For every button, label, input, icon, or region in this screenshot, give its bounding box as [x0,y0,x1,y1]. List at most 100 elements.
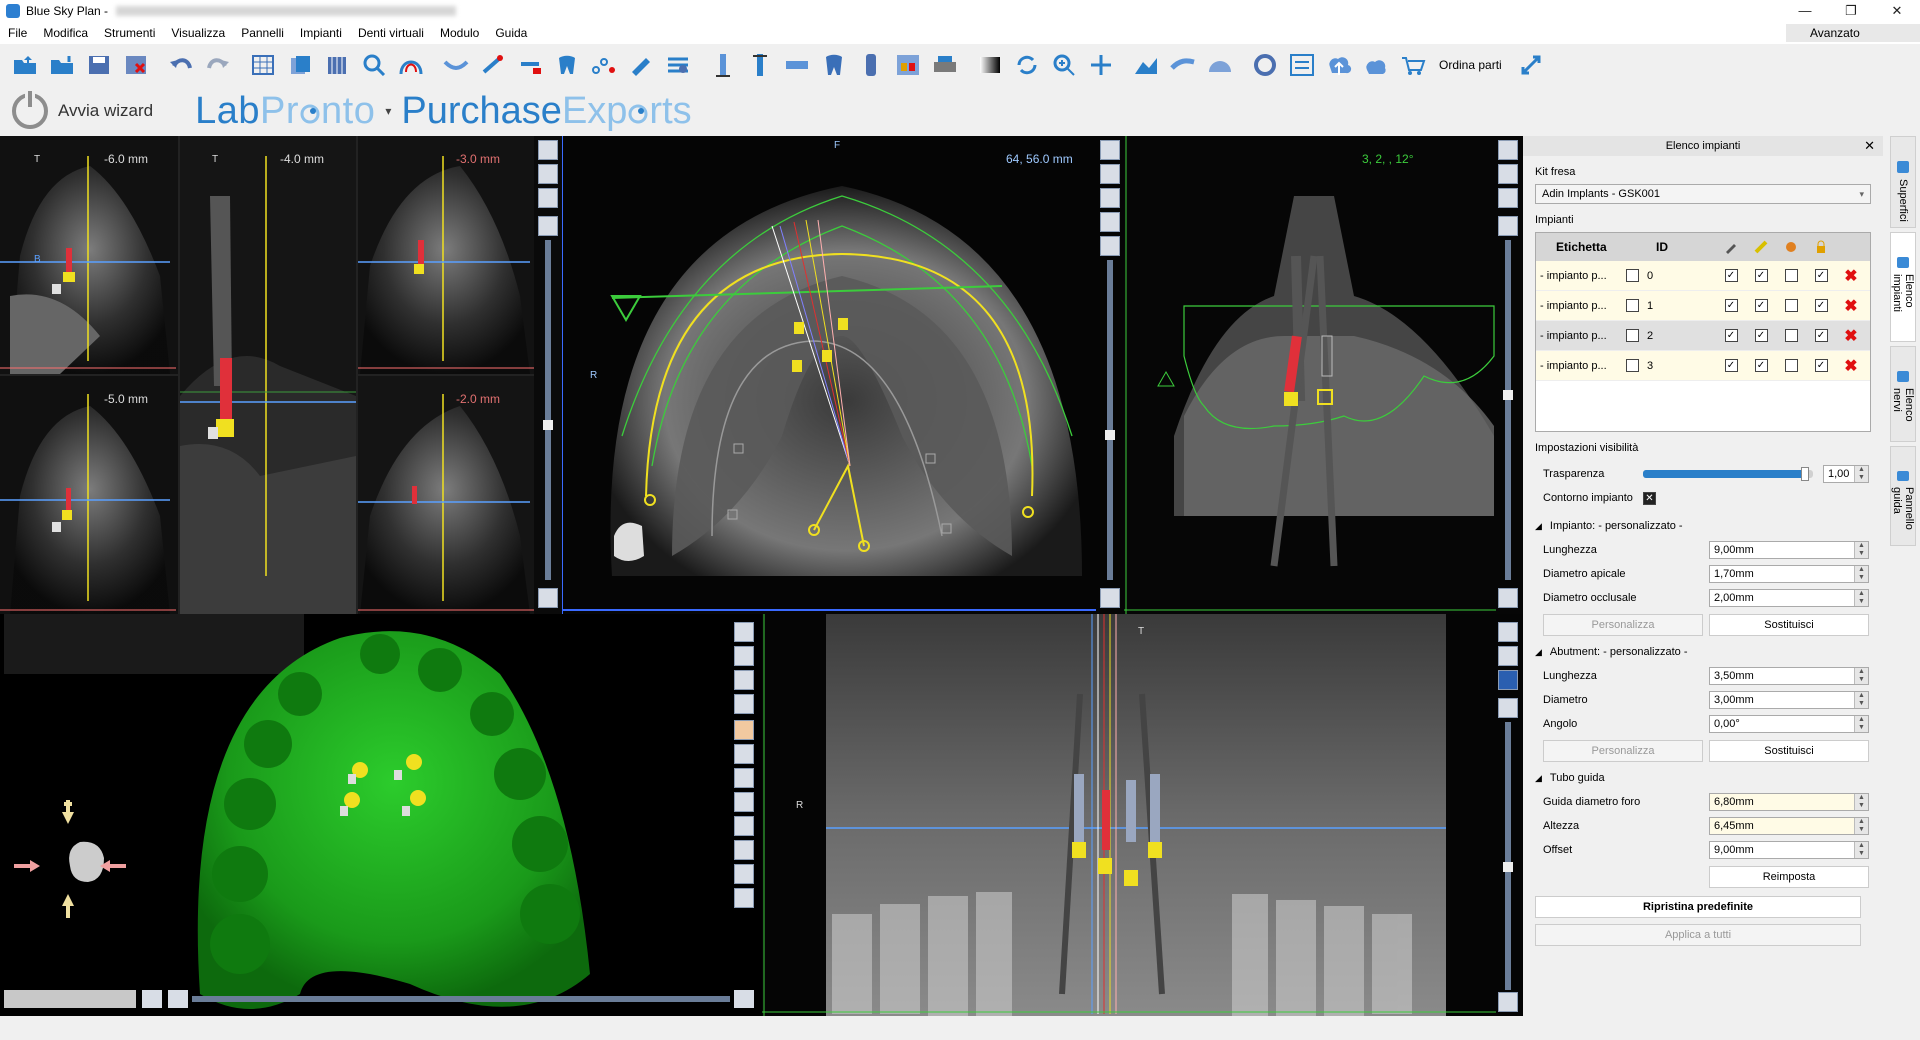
visible-checkbox[interactable]: ✓ [1754,299,1768,312]
implant-replace-button[interactable]: Sostituisci [1709,614,1869,636]
menu-file[interactable]: File [0,22,35,44]
implant-row[interactable]: - impianto p... 0 ✓ ✓ ✓ ✖ [1536,261,1870,291]
view-tool-icon[interactable] [1498,646,1518,666]
apical-diameter-input[interactable]: 1,70mm ▲ ▼ [1709,565,1869,583]
panoramic-scroll-thumb[interactable] [1503,862,1513,872]
face-icon[interactable] [734,720,754,740]
align-icon[interactable] [1287,50,1317,80]
implant-row-select-checkbox[interactable] [1626,329,1639,342]
implant-view2-icon[interactable] [745,50,775,80]
nerve-icon[interactable] [441,50,471,80]
view-tool-icon[interactable] [734,768,754,788]
delete-implant-icon[interactable]: ✖ [1836,326,1866,346]
scan-import-icon[interactable] [285,50,315,80]
ruler-angle-icon[interactable] [1168,50,1198,80]
refresh-icon[interactable] [1250,50,1280,80]
spin-icon[interactable]: ▲ ▼ [1854,818,1868,834]
spin-icon[interactable]: ▲ ▼ [1854,668,1868,684]
view-tool-icon[interactable] [734,816,754,836]
upload-icon[interactable] [1324,50,1354,80]
minimize-button[interactable]: — [1782,0,1828,22]
sleeve-icon[interactable] [856,50,886,80]
axial-scroll-thumb[interactable] [1105,430,1115,440]
tube-section-header[interactable]: ◢ Tubo guida [1523,772,1883,784]
delete-implant-icon[interactable]: ✖ [1836,356,1866,376]
lock-checkbox[interactable]: ✓ [1814,329,1828,342]
tab-elenco-impianti[interactable]: Elenco impianti [1890,232,1916,342]
pan-icon[interactable] [1086,50,1116,80]
cross-section-views[interactable]: -6.0 mm -4.0 mm -3.0 mm -5.0 mm -2.0 mm … [0,136,562,614]
save-icon[interactable] [84,50,114,80]
view-tool-icon[interactable] [734,864,754,884]
coronal-scrollbar[interactable] [1503,240,1513,580]
tube-offset-input[interactable]: 9,00mm ▲ ▼ [1709,841,1869,859]
close-file-icon[interactable] [121,50,151,80]
view-tool-icon[interactable] [1498,140,1518,160]
visible-checkbox[interactable]: ✓ [1754,359,1768,372]
visible-checkbox[interactable]: ✓ [1754,269,1768,282]
contour-checkbox[interactable]: ✕ [1643,491,1656,505]
arch-icon[interactable] [396,50,426,80]
view-tool-icon[interactable] [1100,140,1120,160]
view-tool-icon[interactable] [1100,164,1120,184]
implant-row[interactable]: - impianto p... 2 ✓ ✓ ✓ ✖ [1536,321,1870,351]
coronal-view[interactable]: 3, 2, , 12° [1124,136,1523,614]
guide-checkbox[interactable] [1784,329,1798,342]
path-icon[interactable] [589,50,619,80]
implant-section-header[interactable]: ◢ Impianto: - personalizzato - [1523,520,1883,532]
abutment-angle-input[interactable]: 0,00° ▲ ▼ [1709,715,1869,733]
redo-icon[interactable] [203,50,233,80]
implant-row-select-checkbox[interactable] [1626,299,1639,312]
view-tool-icon[interactable] [734,792,754,812]
spin-icon[interactable]: ▲ ▼ [1854,842,1868,858]
view-tool-icon[interactable] [538,164,558,184]
apply-all-button[interactable]: Applica a tutti [1535,924,1861,946]
transparency-slider-handle[interactable] [1800,467,1809,481]
labpronto-logo[interactable]: LabPr nto [195,90,375,133]
tab-pannello-guida[interactable]: Pannello guida [1890,446,1916,546]
lock-checkbox[interactable]: ✓ [1814,269,1828,282]
view-tool-icon[interactable] [734,694,754,714]
axial-view[interactable]: 64, 56.0 mm F R [562,136,1124,614]
import-icon[interactable] [47,50,77,80]
grid-view-icon[interactable] [248,50,278,80]
view-tool-icon[interactable] [734,646,754,666]
implant-add-icon[interactable] [515,50,545,80]
view-tool-icon[interactable] [1100,188,1120,208]
menu-denti-virtuali[interactable]: Denti virtuali [350,22,432,44]
print-icon[interactable] [930,50,960,80]
scroll-up-icon[interactable] [1498,698,1518,718]
menu-pannelli[interactable]: Pannelli [233,22,292,44]
protractor-icon[interactable] [1205,50,1235,80]
abutment-section-header[interactable]: ◢ Abutment: - personalizzato - [1523,646,1883,658]
view-tool-icon[interactable] [734,670,754,690]
edit-checkbox[interactable]: ✓ [1724,269,1738,282]
view-tool-icon[interactable] [1498,188,1518,208]
view-tool-icon[interactable] [538,188,558,208]
3d-model-view[interactable] [0,614,762,1016]
scroll-down-icon[interactable] [538,588,558,608]
delete-implant-icon[interactable]: ✖ [1836,266,1866,286]
view-tool-icon[interactable] [734,744,754,764]
zoom-icon[interactable] [359,50,389,80]
view-tool-icon[interactable] [538,140,558,160]
contrast-icon[interactable] [975,50,1005,80]
view-tool-icon[interactable] [1100,212,1120,232]
scroll-down-icon[interactable] [1498,588,1518,608]
tab-superfici[interactable]: Superfici [1890,136,1916,228]
purchase-exports-logo[interactable]: PurchaseExp rts [401,90,691,133]
guide-checkbox[interactable] [1784,359,1798,372]
menu-strumenti[interactable]: Strumenti [96,22,163,44]
edit-checkbox[interactable]: ✓ [1724,299,1738,312]
slice-scroll-thumb[interactable] [543,420,553,430]
view-tool-icon[interactable] [734,840,754,860]
axial-scrollbar[interactable] [1105,260,1115,580]
settings-list-icon[interactable] [663,50,693,80]
visible-checkbox[interactable]: ✓ [1754,329,1768,342]
implant-row-select-checkbox[interactable] [1626,359,1639,372]
implant-length-input[interactable]: 9,00mm ▲ ▼ [1709,541,1869,559]
menu-impianti[interactable]: Impianti [292,22,350,44]
restore-button[interactable]: ❐ [1828,0,1874,22]
transparency-slider[interactable] [1643,467,1813,481]
scroll-down-icon[interactable] [1498,992,1518,1012]
